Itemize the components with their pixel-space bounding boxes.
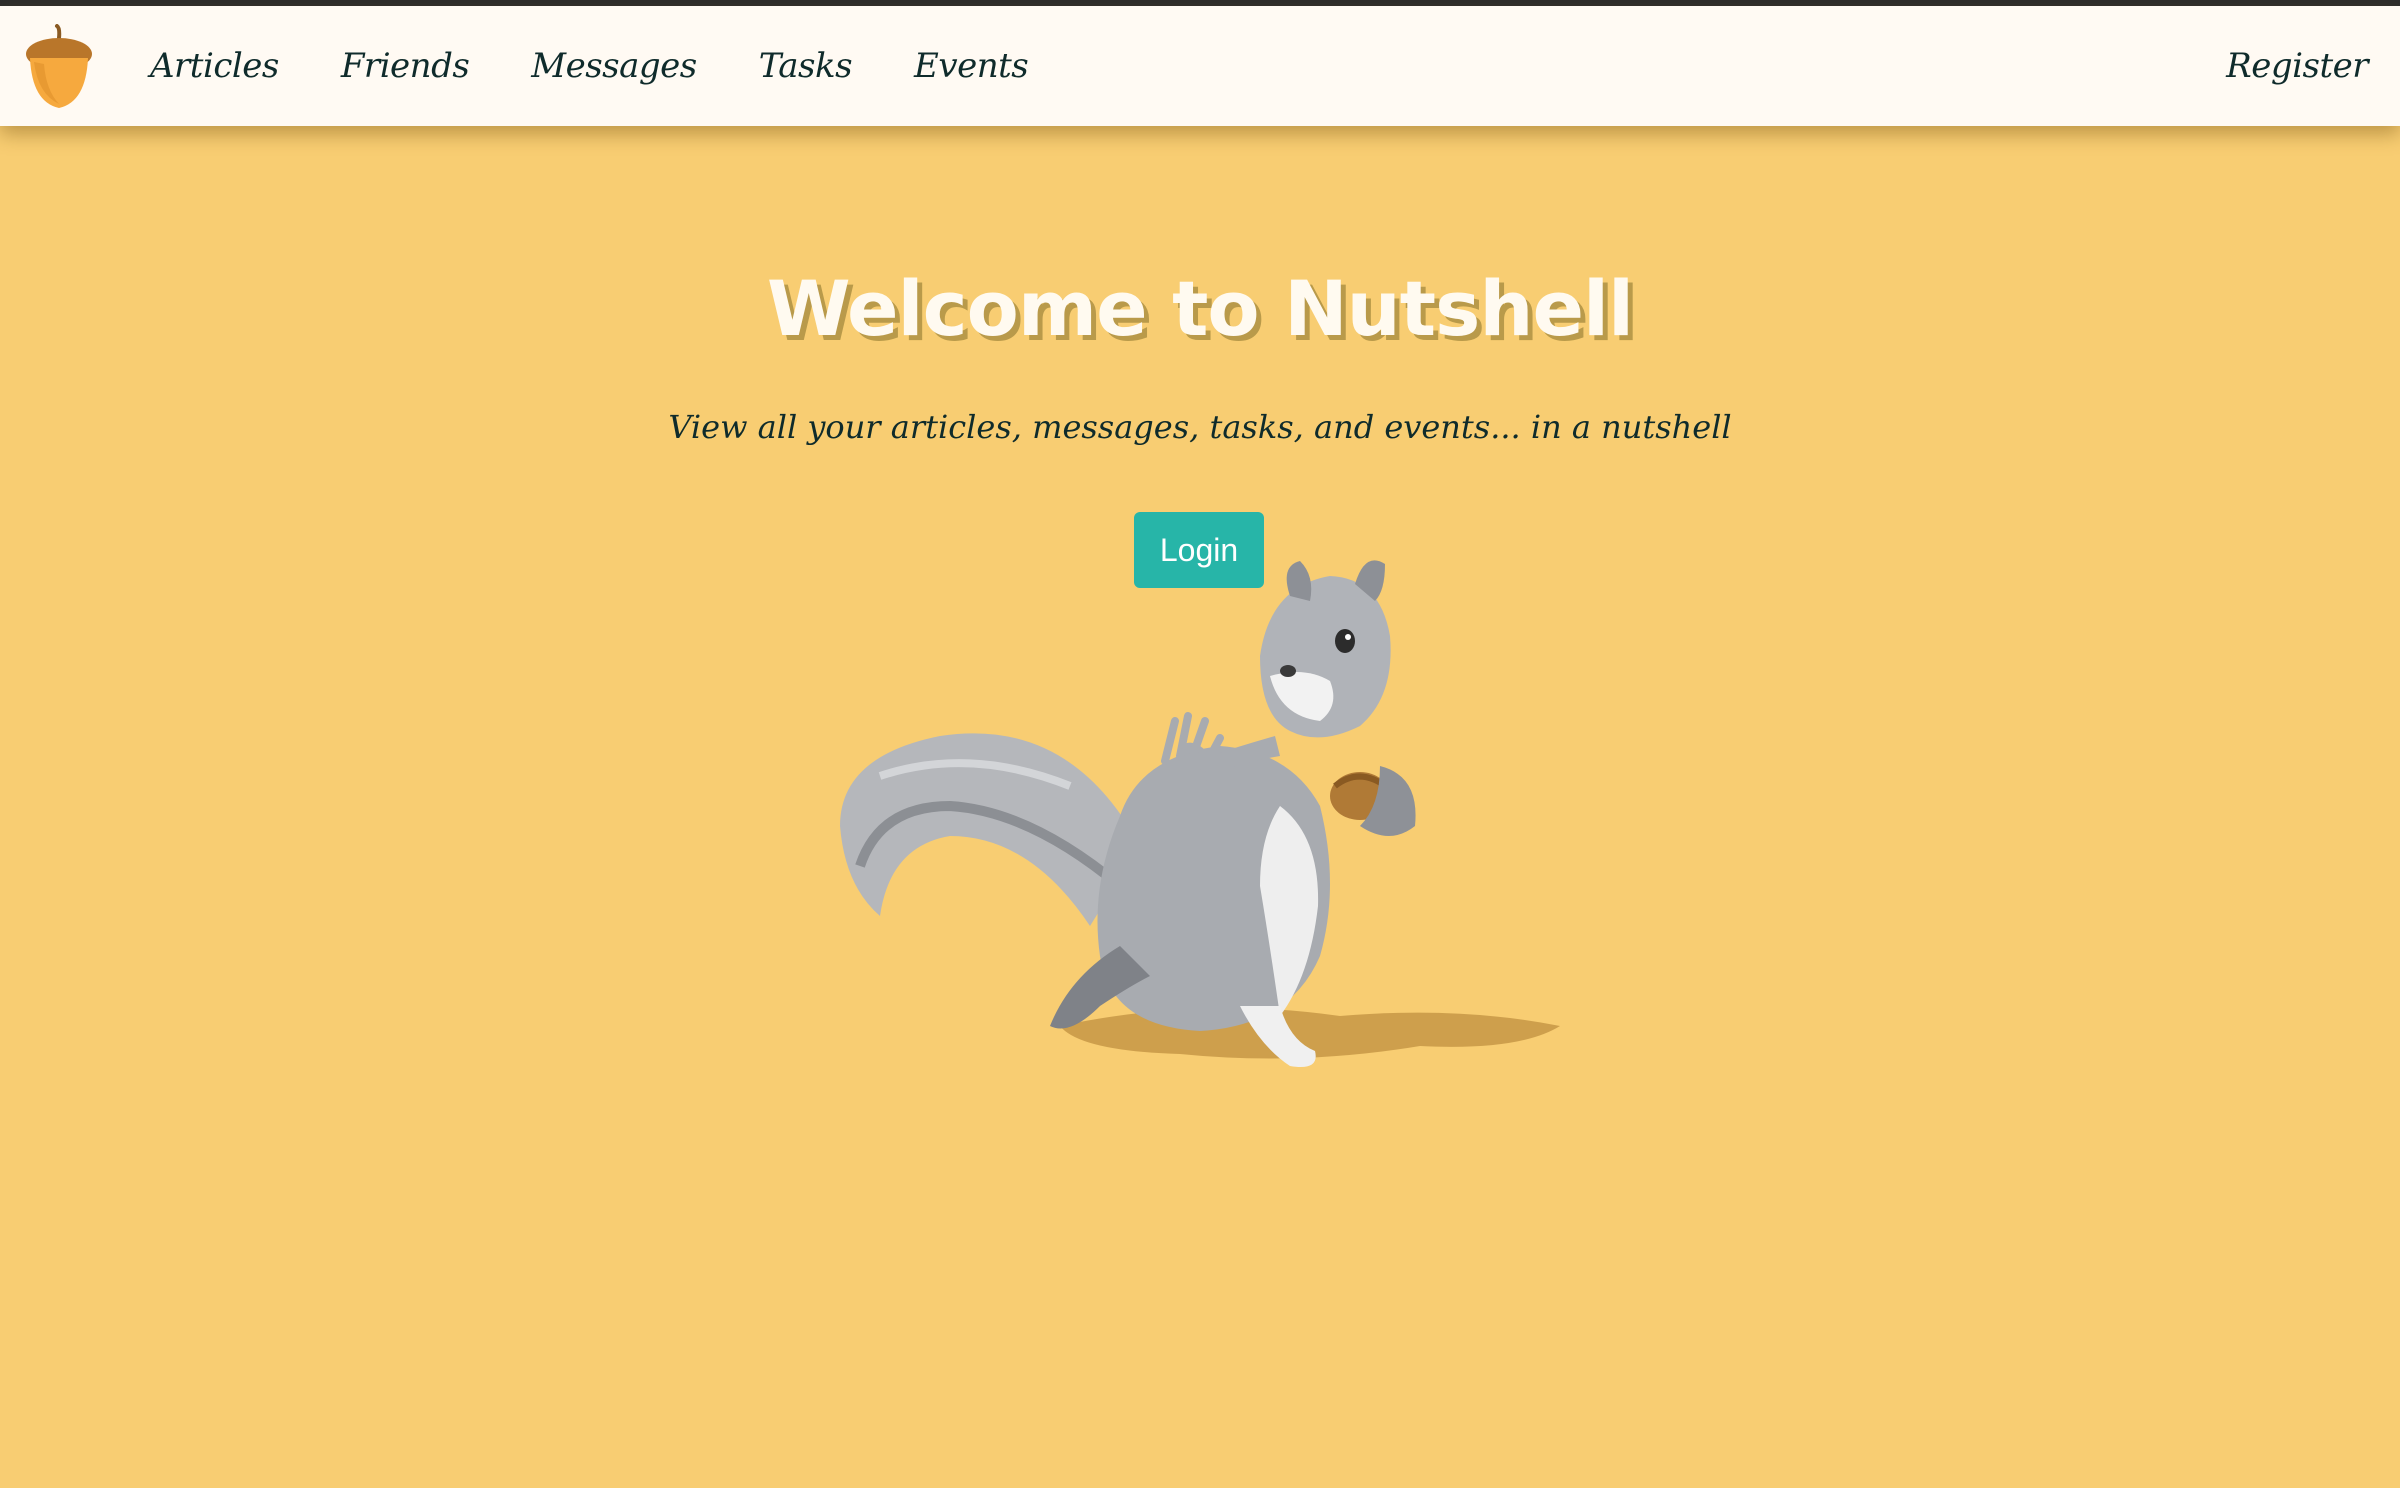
- nav-links: Articles Friends Messages Tasks Events: [150, 6, 1090, 126]
- nav-articles-link[interactable]: Articles: [150, 46, 279, 86]
- page-title: Welcome to Nutshell: [766, 264, 1634, 353]
- acorn-icon[interactable]: [24, 24, 94, 110]
- register-link[interactable]: Register: [2226, 6, 2368, 126]
- nav-events-link[interactable]: Events: [914, 46, 1029, 86]
- navbar: Articles Friends Messages Tasks Events R…: [0, 6, 2400, 126]
- squirrel-icon: [840, 560, 1560, 1067]
- main-content: Welcome to Nutshell View all your articl…: [0, 126, 2400, 1488]
- nav-friends-link[interactable]: Friends: [341, 46, 470, 86]
- page-subtitle: View all your articles, messages, tasks,…: [668, 408, 1732, 446]
- nav-tasks-link[interactable]: Tasks: [759, 46, 853, 86]
- login-button[interactable]: Login: [1134, 512, 1264, 588]
- nav-messages-link[interactable]: Messages: [531, 46, 697, 86]
